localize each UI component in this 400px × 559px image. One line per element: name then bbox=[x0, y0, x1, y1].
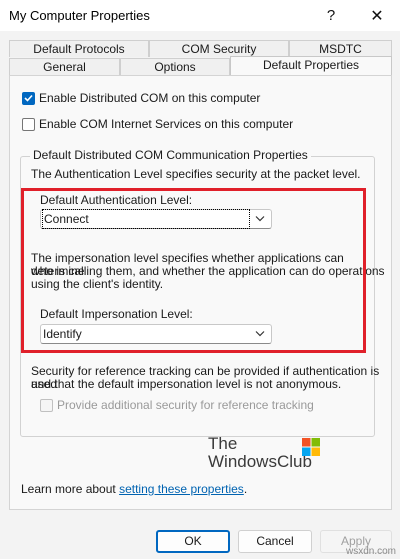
help-icon: ? bbox=[326, 7, 336, 24]
tab-default-properties[interactable]: Default Properties bbox=[230, 56, 392, 75]
checkmark-icon bbox=[24, 94, 33, 102]
enable-dcom-label: Enable Distributed COM on this computer bbox=[39, 91, 261, 105]
tab-com-security[interactable]: COM Security bbox=[149, 40, 289, 57]
reference-tracking-label: Provide additional security for referenc… bbox=[57, 398, 314, 412]
group-title: Default Distributed COM Communication Pr… bbox=[30, 148, 311, 162]
ok-button[interactable]: OK bbox=[156, 530, 230, 553]
windows-logo-icon bbox=[302, 438, 320, 456]
window-title: My Computer Properties bbox=[9, 8, 150, 23]
learn-more-prefix: Learn more about bbox=[21, 482, 120, 496]
close-icon: ✕ bbox=[370, 7, 384, 25]
watermark-text: wsxdn.com bbox=[345, 546, 396, 557]
auth-level-label: Default Authentication Level: bbox=[40, 193, 193, 207]
reference-tracking-checkbox-row[interactable]: Provide additional security for referenc… bbox=[40, 398, 314, 412]
reference-tracking-checkbox[interactable] bbox=[40, 398, 53, 412]
tab-default-protocols[interactable]: Default Protocols bbox=[9, 40, 149, 57]
enable-dcom-checkbox[interactable] bbox=[22, 91, 35, 105]
cancel-button[interactable]: Cancel bbox=[238, 530, 312, 553]
impersonation-level-label: Default Impersonation Level: bbox=[40, 307, 193, 321]
close-button[interactable]: ✕ bbox=[354, 0, 400, 31]
auth-level-select[interactable]: Connect bbox=[40, 209, 272, 229]
title-bar: My Computer Properties ? ✕ bbox=[0, 0, 400, 31]
tab-general[interactable]: General bbox=[9, 58, 120, 75]
tab-options[interactable]: Options bbox=[120, 58, 230, 75]
thewindowsclub-logo: The WindowsClub bbox=[208, 434, 328, 474]
learn-more-link[interactable]: setting these properties bbox=[119, 482, 244, 496]
tab-strip: Default Protocols COM Security MSDTC Gen… bbox=[9, 40, 392, 76]
impersonation-level-value: Identify bbox=[43, 327, 82, 341]
learn-more-text: Learn more about setting these propertie… bbox=[21, 483, 247, 496]
enable-cis-checkbox[interactable] bbox=[22, 117, 35, 131]
default-properties-panel: Enable Distributed COM on this computer … bbox=[9, 75, 392, 510]
help-button[interactable]: ? bbox=[308, 0, 354, 31]
logo-line2: WindowsClub bbox=[208, 452, 312, 471]
reference-desc-line2: and that the default impersonation level… bbox=[31, 377, 342, 391]
dialog-footer: OK Cancel Apply bbox=[0, 510, 400, 559]
learn-more-suffix: . bbox=[243, 482, 248, 496]
enable-cis-checkbox-row[interactable]: Enable COM Internet Services on this com… bbox=[22, 117, 293, 131]
logo-line1: The bbox=[208, 434, 238, 453]
tab-msdtc[interactable]: MSDTC bbox=[289, 40, 392, 57]
impersonation-desc-line3: using the client's identity. bbox=[31, 277, 164, 291]
impersonation-level-select[interactable]: Identify bbox=[40, 324, 272, 344]
chevron-down-icon bbox=[255, 216, 265, 222]
chevron-down-icon bbox=[255, 331, 265, 337]
auth-description: The Authentication Level specifies secur… bbox=[31, 167, 361, 181]
enable-dcom-checkbox-row[interactable]: Enable Distributed COM on this computer bbox=[22, 91, 260, 105]
auth-level-value: Connect bbox=[42, 209, 250, 229]
enable-cis-label: Enable COM Internet Services on this com… bbox=[39, 117, 294, 131]
